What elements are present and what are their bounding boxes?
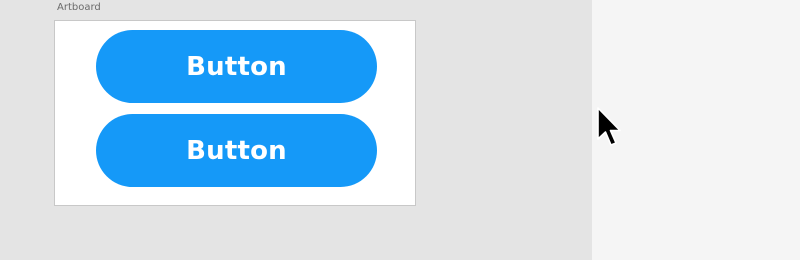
artboard-label[interactable]: Artboard (57, 2, 101, 14)
artboard[interactable]: Button Button (54, 20, 416, 206)
right-panel (592, 0, 800, 260)
button-1[interactable]: Button (96, 30, 377, 103)
arrow-cursor-icon (597, 107, 621, 146)
design-canvas[interactable]: Artboard Button Button (0, 0, 592, 260)
button-2[interactable]: Button (96, 114, 377, 187)
